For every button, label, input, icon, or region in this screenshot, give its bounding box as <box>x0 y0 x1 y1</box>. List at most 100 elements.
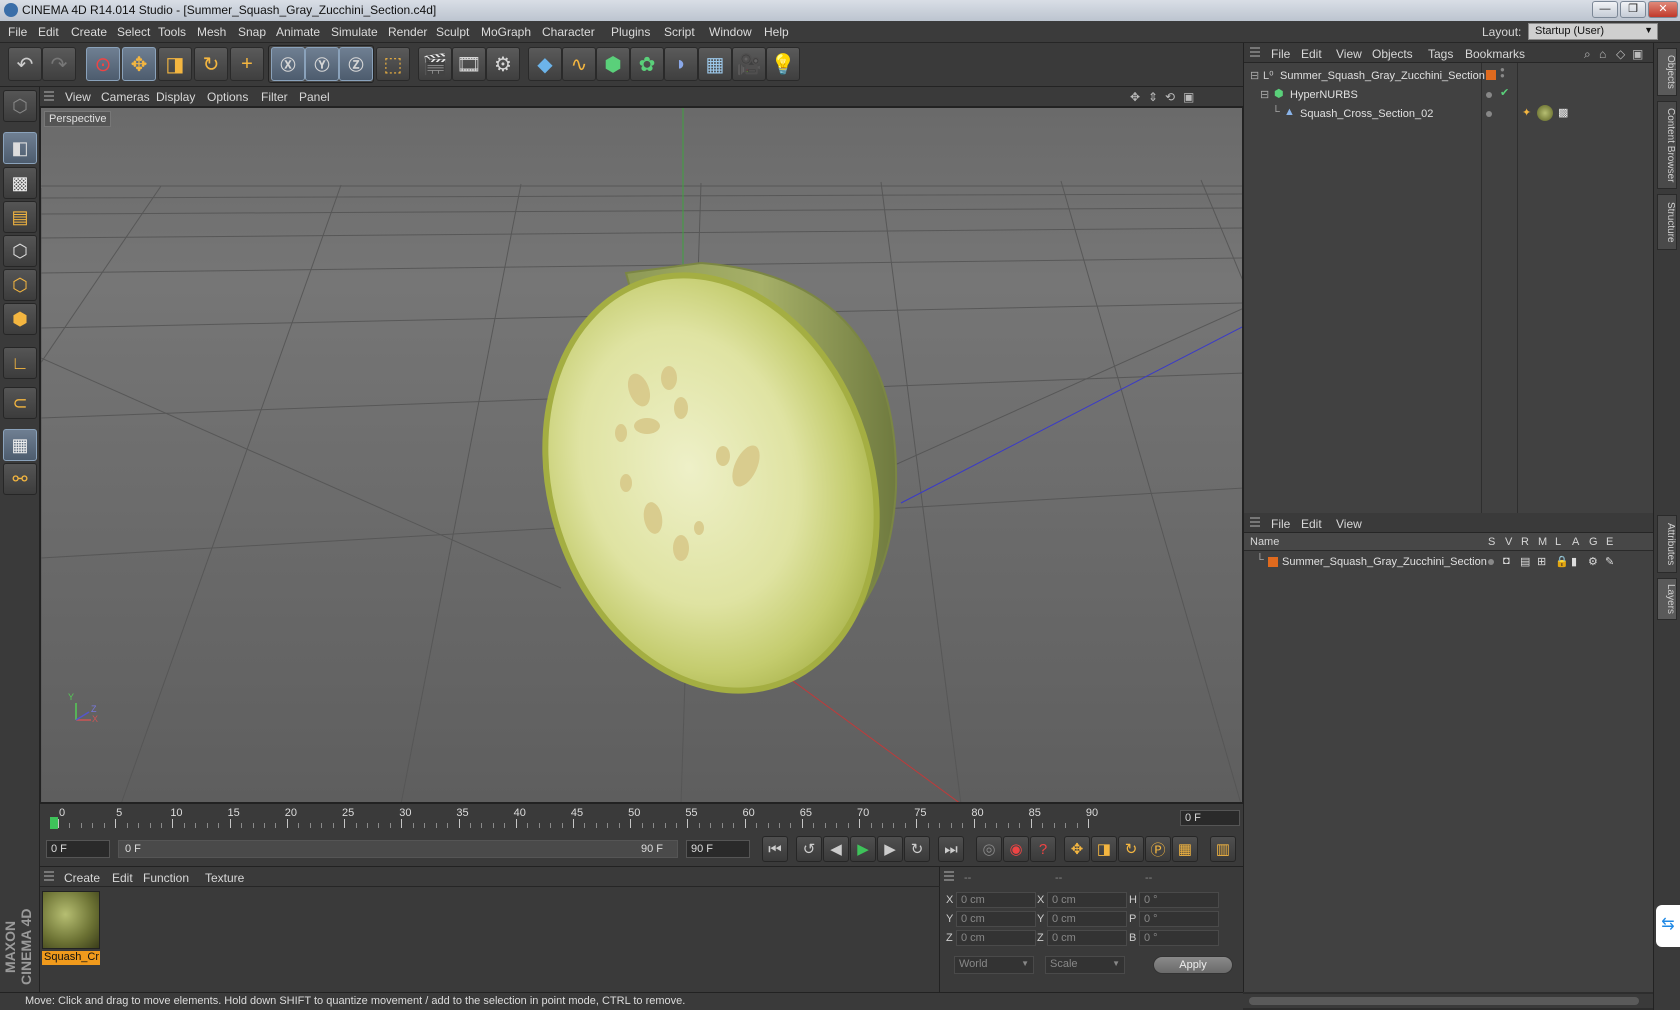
menu-mesh[interactable]: Mesh <box>197 25 226 39</box>
vp-menu-filter[interactable]: Filter <box>261 90 288 104</box>
scene-icon[interactable]: ▦ <box>698 47 732 81</box>
next-key-icon[interactable]: ↻ <box>904 836 930 862</box>
menu-file[interactable]: File <box>8 25 27 39</box>
uvw-tag-icon[interactable]: ▩ <box>1558 106 1568 119</box>
material-swatch[interactable] <box>42 891 100 949</box>
current-frame-field[interactable]: 0 F <box>1180 810 1240 826</box>
rot-b-field[interactable]: 0 ° <box>1139 930 1219 946</box>
scroll-thumb[interactable] <box>1249 997 1639 1005</box>
tab-structure[interactable]: Structure <box>1657 194 1677 250</box>
timeline-window-icon[interactable]: ▥ <box>1210 836 1236 862</box>
snap-icon[interactable]: ▦ <box>3 429 37 461</box>
menu-animate[interactable]: Animate <box>276 25 320 39</box>
prev-key-icon[interactable]: ↺ <box>796 836 822 862</box>
preview-range-slider[interactable]: 0 F 90 F <box>118 840 678 858</box>
light-icon[interactable]: 💡 <box>766 47 800 81</box>
record-keys-icon[interactable]: ◎ <box>976 836 1002 862</box>
animation-toggle-icon[interactable]: ▮ <box>1571 555 1577 568</box>
keyframe-selection-icon[interactable]: ? <box>1030 836 1056 862</box>
menu-sculpt[interactable]: Sculpt <box>436 25 469 39</box>
menu-snap[interactable]: Snap <box>238 25 266 39</box>
key-rotation-icon[interactable]: ↻ <box>1118 836 1144 862</box>
tab-layers[interactable]: Layers <box>1657 578 1677 620</box>
menu-script[interactable]: Script <box>664 25 695 39</box>
render-settings-icon[interactable]: ⚙ <box>486 47 520 81</box>
layer-color-chip[interactable] <box>1486 70 1496 80</box>
material-tag-icon[interactable] <box>1537 105 1553 121</box>
phong-tag-icon[interactable]: ✦ <box>1522 106 1531 119</box>
home-icon[interactable]: ⌂ <box>1599 47 1606 61</box>
menu-mograph[interactable]: MoGraph <box>481 25 531 39</box>
locked-workplane-icon[interactable]: ⚯ <box>3 463 37 495</box>
tab-content-browser[interactable]: Content Browser <box>1657 101 1677 189</box>
menu-character[interactable]: Character <box>542 25 595 39</box>
om-menu-objects[interactable]: Objects <box>1372 47 1413 61</box>
vp-menu-options[interactable]: Options <box>207 90 248 104</box>
start-frame-field[interactable]: 0 F <box>46 840 110 858</box>
menu-tools[interactable]: Tools <box>158 25 186 39</box>
world-coords-icon[interactable]: ⬚ <box>376 47 410 81</box>
apply-button[interactable]: Apply <box>1153 956 1233 974</box>
coord-system-select[interactable]: World ▼ <box>954 956 1034 974</box>
lm-menu-edit[interactable]: Edit <box>1301 517 1322 531</box>
horizontal-scrollbar[interactable] <box>1243 994 1653 1008</box>
workplane-icon[interactable]: ▤ <box>3 201 37 233</box>
expand-icon[interactable]: ⊟ <box>1260 88 1269 101</box>
menu-create[interactable]: Create <box>71 25 107 39</box>
menu-select[interactable]: Select <box>117 25 150 39</box>
rotate-view-icon[interactable]: ⟲ <box>1165 90 1175 104</box>
lm-menu-file[interactable]: File <box>1271 517 1290 531</box>
goto-end-icon[interactable]: ⏭ <box>938 836 964 862</box>
camera-icon[interactable]: 🎥 <box>732 47 766 81</box>
object-row[interactable]: ⊟ L⁰ Summer_Squash_Gray_Zucchini_Section… <box>1244 66 1653 86</box>
timeline[interactable]: 0 5 10 15 20 25 30 35 40 45 50 55 60 65 70 75 80 85 90 0 F <box>40 803 1243 831</box>
menu-plugins[interactable]: Plugins <box>611 25 650 39</box>
new-window-icon[interactable]: ▣ <box>1632 47 1643 61</box>
live-selection-icon[interactable]: ⊙ <box>86 47 120 81</box>
texture-mode-icon[interactable]: ▩ <box>3 167 37 199</box>
move-view-icon[interactable]: ✥ <box>1130 90 1140 104</box>
key-param-icon[interactable]: Ⓟ <box>1145 836 1171 862</box>
minimize-button[interactable]: — <box>1592 1 1618 18</box>
pos-z-field[interactable]: 0 cm <box>956 930 1036 946</box>
vp-menu-display[interactable]: Display <box>156 90 195 104</box>
enabled-check-icon[interactable]: ✔ <box>1500 86 1509 99</box>
key-pla-icon[interactable]: ▦ <box>1172 836 1198 862</box>
move-icon[interactable]: ✥ <box>122 47 156 81</box>
layer-col-l[interactable]: L <box>1555 536 1561 548</box>
cube-icon[interactable]: ◆ <box>528 47 562 81</box>
view-toggle-icon[interactable]: ◘ <box>1503 555 1510 567</box>
key-position-icon[interactable]: ✥ <box>1064 836 1090 862</box>
filter-icon[interactable]: ◇ <box>1616 47 1625 61</box>
visibility-dot[interactable] <box>1486 108 1492 120</box>
playhead-marker[interactable] <box>50 817 58 829</box>
edges-mode-icon[interactable]: ⬡ <box>3 269 37 301</box>
polygons-mode-icon[interactable]: ⬢ <box>3 303 37 335</box>
close-button[interactable]: ✕ <box>1648 1 1678 18</box>
goto-start-icon[interactable]: ⏮ <box>762 836 788 862</box>
render-view-icon[interactable]: 🎬 <box>418 47 452 81</box>
visibility-dots[interactable]: ● ● <box>1500 66 1505 80</box>
vp-menu-panel[interactable]: Panel <box>299 90 330 104</box>
lock-toggle-icon[interactable]: 🔒 <box>1555 555 1569 568</box>
size-z-field[interactable]: 0 cm <box>1047 930 1127 946</box>
material-name[interactable]: Squash_Cr <box>42 951 100 965</box>
layer-col-name[interactable]: Name <box>1250 536 1279 548</box>
search-icon[interactable]: ⌕ <box>1584 47 1591 62</box>
play-icon[interactable]: ▶ <box>850 836 876 862</box>
z-axis-icon[interactable]: Ⓩ <box>339 47 373 81</box>
tab-objects[interactable]: Objects <box>1657 48 1677 96</box>
deformers-toggle-icon[interactable]: ✎ <box>1605 555 1614 568</box>
viewport-3d[interactable]: Perspective Y X Z <box>40 107 1243 803</box>
size-x-field[interactable]: 0 cm <box>1047 892 1127 908</box>
object-row[interactable]: └ ▲ Squash_Cross_Section_02 ✦ ▩ <box>1244 105 1653 124</box>
om-menu-view[interactable]: View <box>1336 47 1362 61</box>
pos-x-field[interactable]: 0 cm <box>956 892 1036 908</box>
manager-toggle-icon[interactable]: ⊞ <box>1537 555 1546 568</box>
rot-h-field[interactable]: 0 ° <box>1139 892 1219 908</box>
layer-col-a[interactable]: A <box>1572 536 1579 548</box>
next-frame-icon[interactable]: ▶ <box>877 836 903 862</box>
lm-menu-view[interactable]: View <box>1336 517 1362 531</box>
size-mode-select[interactable]: Scale ▼ <box>1045 956 1125 974</box>
maximize-button[interactable]: ❐ <box>1620 1 1646 18</box>
